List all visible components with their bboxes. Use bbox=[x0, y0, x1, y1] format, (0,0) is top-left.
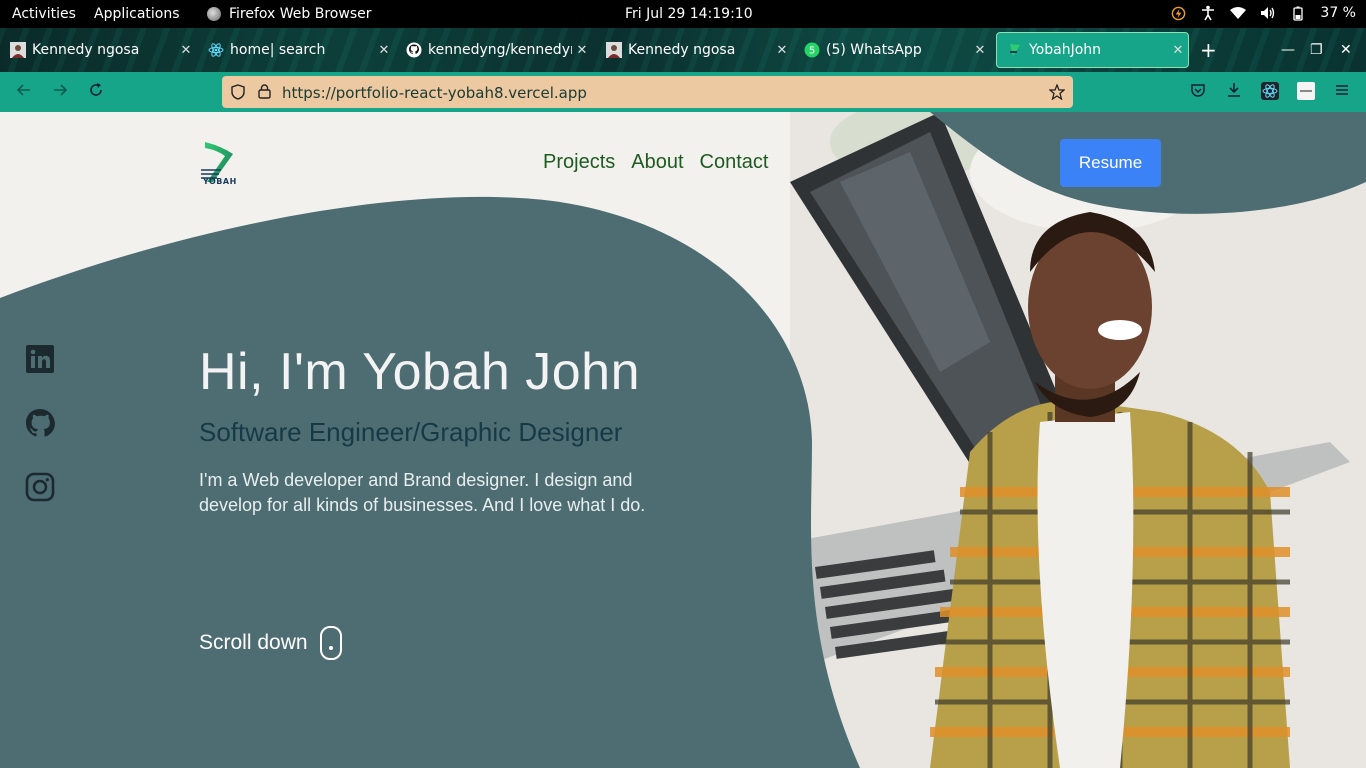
tab-title: home| search bbox=[230, 42, 326, 58]
profile-photo-icon bbox=[10, 42, 26, 58]
tab-title: Kennedy ngosa bbox=[32, 42, 140, 58]
tab-title: kennedyng/kennedyng bbox=[428, 42, 572, 58]
tab-kennedy-ngosa-1[interactable]: Kennedy ngosa ✕ bbox=[0, 32, 196, 68]
resume-button[interactable]: Resume bbox=[1060, 139, 1161, 187]
tab-whatsapp[interactable]: 5 (5) WhatsApp ✕ bbox=[794, 32, 990, 68]
volume-icon bbox=[1260, 5, 1276, 21]
system-tray[interactable]: 37 % bbox=[1170, 5, 1356, 21]
nav-projects[interactable]: Projects bbox=[543, 151, 615, 174]
pocket-icon[interactable] bbox=[1188, 82, 1208, 102]
nav-about[interactable]: About bbox=[631, 151, 683, 174]
yobah-logo-icon bbox=[1007, 42, 1023, 58]
scroll-down-label: Scroll down bbox=[199, 631, 308, 654]
whatsapp-icon: 5 bbox=[804, 42, 820, 58]
hero-description: I'm a Web developer and Brand designer. … bbox=[199, 470, 646, 515]
hero-subtitle: Software Engineer/Graphic Designer bbox=[199, 417, 623, 447]
whatsapp-badge: 5 bbox=[809, 46, 815, 57]
instagram-icon[interactable] bbox=[25, 472, 55, 502]
react-devtools-icon[interactable] bbox=[1260, 82, 1280, 102]
hamburger-menu-icon[interactable] bbox=[1332, 82, 1352, 102]
close-icon[interactable]: ✕ bbox=[374, 43, 394, 58]
tab-github-kennedyng[interactable]: kennedyng/kennedyng ✕ bbox=[396, 32, 592, 68]
tab-kennedy-ngosa-2[interactable]: Kennedy ngosa ✕ bbox=[596, 32, 792, 68]
profile-photo-icon bbox=[606, 42, 622, 58]
github-icon[interactable] bbox=[25, 408, 55, 438]
nav-contact[interactable]: Contact bbox=[700, 151, 769, 174]
navigation-toolbar: https://portfolio-react-yobah8.vercel.ap… bbox=[0, 72, 1366, 112]
linkedin-icon[interactable] bbox=[25, 344, 55, 374]
maximize-button[interactable]: ❐ bbox=[1310, 42, 1323, 58]
shield-icon[interactable] bbox=[230, 84, 246, 100]
tab-yobahjohn[interactable]: YobahJohn ✕ bbox=[996, 32, 1189, 68]
close-icon[interactable]: ✕ bbox=[1168, 43, 1188, 58]
site-nav: Projects About Contact bbox=[543, 151, 768, 174]
lock-icon[interactable] bbox=[256, 84, 272, 100]
system-top-bar: Activities Applications Firefox Web Brow… bbox=[0, 0, 1366, 28]
power-mode-icon bbox=[1170, 5, 1186, 21]
tab-title: Kennedy ngosa bbox=[628, 42, 736, 58]
tab-bar: Kennedy ngosa ✕ home| search ✕ kennedyng… bbox=[0, 28, 1366, 72]
tab-title: (5) WhatsApp bbox=[826, 42, 922, 58]
forward-button[interactable] bbox=[50, 82, 70, 102]
close-window-button[interactable]: ✕ bbox=[1340, 42, 1352, 58]
web-page: YOBAH Projects About Contact Resume Hi, … bbox=[0, 112, 1366, 768]
close-icon[interactable]: ✕ bbox=[970, 43, 990, 58]
activities-button[interactable]: Activities bbox=[12, 6, 76, 22]
wifi-icon bbox=[1230, 5, 1247, 21]
downloads-icon[interactable] bbox=[1224, 82, 1244, 102]
extension-icon[interactable] bbox=[1296, 82, 1316, 102]
new-tab-button[interactable]: + bbox=[1200, 40, 1217, 60]
close-icon[interactable]: ✕ bbox=[176, 43, 196, 58]
reload-button[interactable] bbox=[86, 82, 106, 102]
active-app-name[interactable]: Firefox Web Browser bbox=[229, 6, 372, 22]
accessibility-icon bbox=[1200, 5, 1216, 21]
back-button[interactable] bbox=[14, 82, 34, 102]
url-text[interactable]: https://portfolio-react-yobah8.vercel.ap… bbox=[282, 84, 587, 102]
battery-percent: 37 % bbox=[1320, 5, 1356, 21]
mouse-icon bbox=[319, 626, 342, 660]
clock[interactable]: Fri Jul 29 14:19:10 bbox=[625, 6, 753, 22]
close-icon[interactable]: ✕ bbox=[572, 43, 592, 58]
close-icon[interactable]: ✕ bbox=[772, 43, 792, 58]
tab-title: YobahJohn bbox=[1029, 42, 1102, 58]
firefox-icon bbox=[207, 7, 221, 21]
minimize-button[interactable]: — bbox=[1281, 42, 1295, 58]
tab-home-search[interactable]: home| search ✕ bbox=[198, 32, 394, 68]
scroll-down-link[interactable]: Scroll down bbox=[199, 626, 342, 660]
url-bar[interactable]: https://portfolio-react-yobah8.vercel.ap… bbox=[222, 76, 1073, 108]
battery-icon bbox=[1290, 5, 1306, 21]
react-icon bbox=[208, 42, 224, 58]
github-icon bbox=[406, 42, 422, 58]
applications-menu[interactable]: Applications bbox=[94, 6, 180, 22]
bookmark-star-icon[interactable] bbox=[1048, 83, 1066, 101]
logo-text: YOBAH bbox=[203, 177, 237, 186]
hero-title: Hi, I'm Yobah John bbox=[199, 343, 640, 401]
